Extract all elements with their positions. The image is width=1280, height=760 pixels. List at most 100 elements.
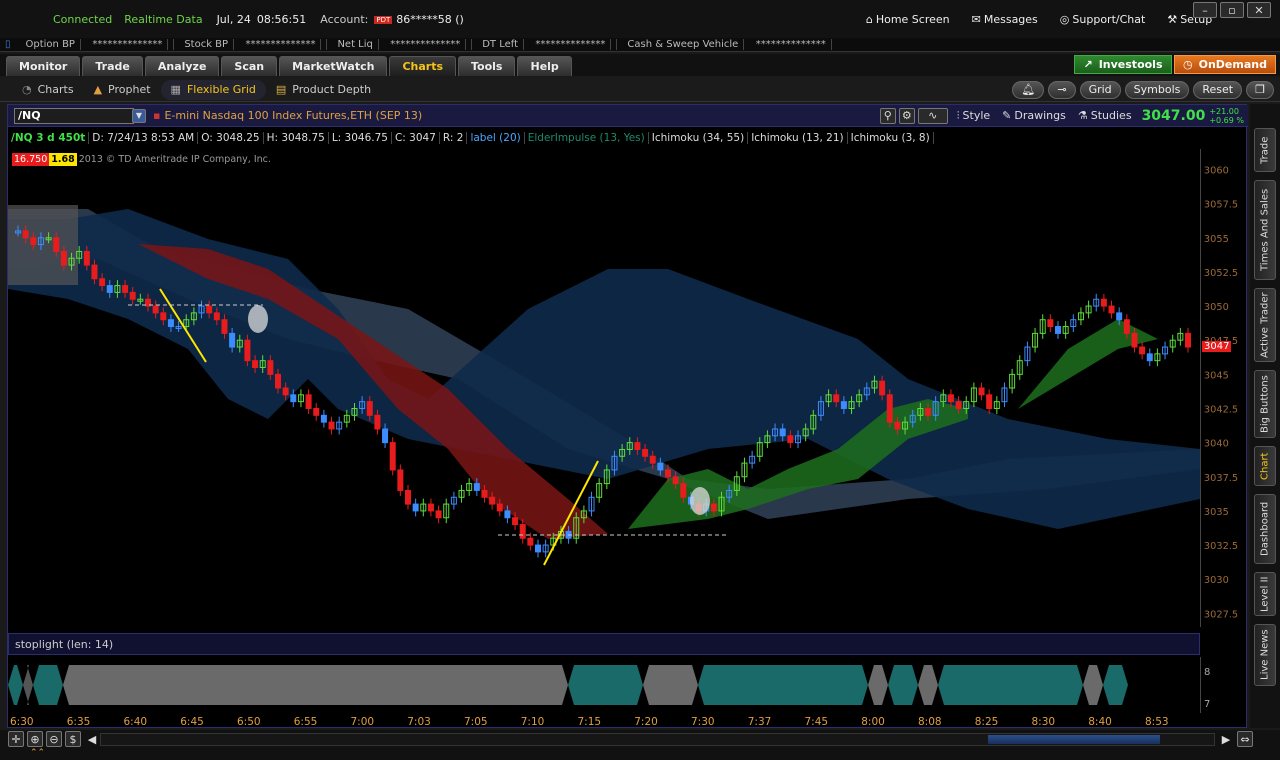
expand-up-icon[interactable]: ⌃⌃	[30, 748, 45, 758]
price-tick-label: 3035	[1204, 507, 1229, 518]
stock-bp: Stock BP **************	[174, 39, 328, 50]
subtab-product-depth[interactable]: ▤ Product Depth	[266, 80, 381, 100]
ondemand-button[interactable]: ◷ OnDemand	[1174, 55, 1276, 74]
candle-body	[106, 285, 113, 293]
dollar-icon[interactable]: $	[65, 731, 81, 747]
grid-button[interactable]: Grid	[1079, 80, 1121, 99]
alert-bell-button[interactable]: 🔔︎	[1012, 80, 1045, 99]
price-chart[interactable]	[8, 149, 1200, 627]
tab-marketwatch[interactable]: MarketWatch	[279, 56, 388, 76]
time-axis[interactable]: 6:30 6:35 6:40 6:45 6:50 6:55 7:00 7:03 7:05 7:10…	[8, 713, 1200, 729]
candle-body	[978, 387, 985, 396]
close-icon[interactable]: ✕	[1247, 2, 1271, 18]
candle-body	[1116, 312, 1123, 321]
study-ichimoku-3[interactable]: Ichimoku (3, 8)	[846, 132, 934, 144]
cursor-icon[interactable]: ⚲	[879, 107, 896, 124]
tab-help[interactable]: Help	[517, 56, 572, 76]
symbol-input[interactable]: /NQ	[14, 107, 134, 124]
date: Jul, 24	[216, 13, 251, 26]
symbol-description: E-mini Nasdaq 100 Index Futures,ETH (SEP…	[164, 109, 423, 122]
time-tick-label: 8:53	[1145, 716, 1169, 728]
detach-button[interactable]: ❐	[1246, 80, 1274, 99]
tab-scan[interactable]: Scan	[221, 56, 278, 76]
bar-high: H: 3048.75	[262, 132, 328, 144]
zoom-out-icon[interactable]: ⊖	[46, 731, 62, 747]
subtab-flexible-grid[interactable]: ▦ Flexible Grid	[160, 79, 266, 100]
bar-date: D: 7/24/13 8:53 AM	[88, 132, 197, 144]
bell-icon: 🔔︎	[1021, 83, 1036, 96]
side-tab-trade[interactable]: Trade	[1254, 128, 1276, 172]
time-tick-label: 8:08	[918, 716, 942, 728]
scrollbar-thumb[interactable]	[988, 735, 1160, 744]
candle-body	[53, 237, 60, 252]
studies-button[interactable]: ⚗ Studies	[1078, 109, 1132, 122]
tab-charts[interactable]: Charts	[389, 56, 456, 76]
crosshair-icon[interactable]: ✛	[8, 731, 24, 747]
tab-monitor[interactable]: Monitor	[6, 56, 81, 76]
candle-body	[374, 414, 381, 430]
time-tick-label: 8:30	[1032, 716, 1056, 728]
red-badge: 16.750	[12, 153, 50, 166]
bar-low: L: 3046.75	[327, 132, 391, 144]
side-tab-level-ii[interactable]: Level II	[1254, 572, 1276, 616]
candle-body	[657, 462, 664, 471]
price-line-icon[interactable]: ∿	[917, 107, 948, 124]
investools-button[interactable]: ↗ Investools	[1074, 55, 1172, 74]
aggregation-label[interactable]: /NQ 3 d 450t	[8, 132, 88, 144]
chart-header-right: ⚲ ⚙ ∿ ⫶ Style ✎ Drawings ⚗ Studies 3047.00 …	[879, 105, 1248, 127]
drawings-button[interactable]: ✎ Drawings	[1002, 109, 1066, 122]
tab-tools[interactable]: Tools	[458, 56, 516, 76]
candle-body	[473, 483, 480, 491]
candle-body	[83, 250, 90, 266]
scroll-left-icon[interactable]: ◀	[84, 731, 100, 747]
study-ichimoku-1[interactable]: Ichimoku (34, 55)	[647, 132, 747, 144]
stoplight-plot[interactable]	[8, 657, 1200, 713]
candle-body	[787, 435, 794, 444]
wrench-settings-icon[interactable]: ⚙	[898, 107, 915, 124]
tab-analyze[interactable]: Analyze	[144, 56, 220, 76]
minimize-icon[interactable]: –	[1193, 2, 1217, 18]
symbol-dropdown-icon[interactable]: ▼	[132, 108, 146, 123]
connection-status: Connected	[53, 13, 113, 26]
study-ichimoku-2[interactable]: Ichimoku (13, 21)	[747, 132, 846, 144]
style-button[interactable]: ⫶ Style	[957, 109, 990, 123]
maximize-icon[interactable]: ▫	[1220, 2, 1244, 18]
side-tab-dashboard[interactable]: Dashboard	[1254, 494, 1276, 564]
candle-body	[512, 517, 519, 526]
candle-body	[519, 524, 526, 539]
horizontal-scrollbar[interactable]	[100, 733, 1215, 746]
prophet-icon: ▲	[93, 83, 103, 96]
collapse-icon[interactable]: ▯	[0, 39, 16, 50]
study-elderimpulse[interactable]: ElderImpulse (13, Yes)	[523, 132, 648, 144]
account-number[interactable]: 86*****58 ()	[396, 13, 464, 26]
expand-icon[interactable]: ⇔	[1237, 731, 1253, 747]
candle-body	[527, 537, 534, 546]
side-tab-chart[interactable]: Chart	[1254, 446, 1276, 486]
messages-button[interactable]: ✉ Messages	[972, 13, 1038, 26]
time-tick-label: 7:00	[351, 716, 375, 728]
link-group-icon[interactable]: ▪	[153, 109, 160, 122]
study-label[interactable]: label (20)	[466, 132, 523, 144]
price-tick-label: 3037.5	[1204, 473, 1238, 484]
home-screen-button[interactable]: ⌂ Home Screen	[866, 13, 950, 26]
stoplight-axis: 8 7	[1200, 657, 1248, 713]
zoom-in-icon[interactable]: ⊕	[27, 731, 43, 747]
candle-body	[1047, 319, 1054, 328]
candle-body	[1055, 326, 1061, 334]
reset-button[interactable]: Reset	[1193, 80, 1243, 99]
side-tab-live-news[interactable]: Live News	[1254, 624, 1276, 686]
link-button[interactable]: ⊸	[1048, 80, 1076, 99]
scroll-right-icon[interactable]: ▶	[1218, 731, 1234, 747]
subtab-prophet[interactable]: ▲ Prophet	[84, 80, 161, 100]
tab-trade[interactable]: Trade	[82, 56, 143, 76]
support-chat-button[interactable]: ◎ Support/Chat	[1060, 13, 1146, 26]
price-axis[interactable]: 30603057.530553052.530503047.530453042.5…	[1200, 149, 1248, 627]
side-tab-active-trader[interactable]: Active Trader	[1254, 288, 1276, 362]
side-tab-big-buttons[interactable]: Big Buttons	[1254, 370, 1276, 438]
ichimoku-cloud-green-late	[1018, 319, 1158, 409]
candle-body	[779, 428, 786, 437]
stoplight-segment	[23, 665, 33, 705]
symbols-button[interactable]: Symbols	[1124, 80, 1190, 99]
side-tab-times-and-sales[interactable]: Times And Sales	[1254, 180, 1276, 280]
subtab-charts[interactable]: ◔ Charts	[12, 80, 84, 100]
